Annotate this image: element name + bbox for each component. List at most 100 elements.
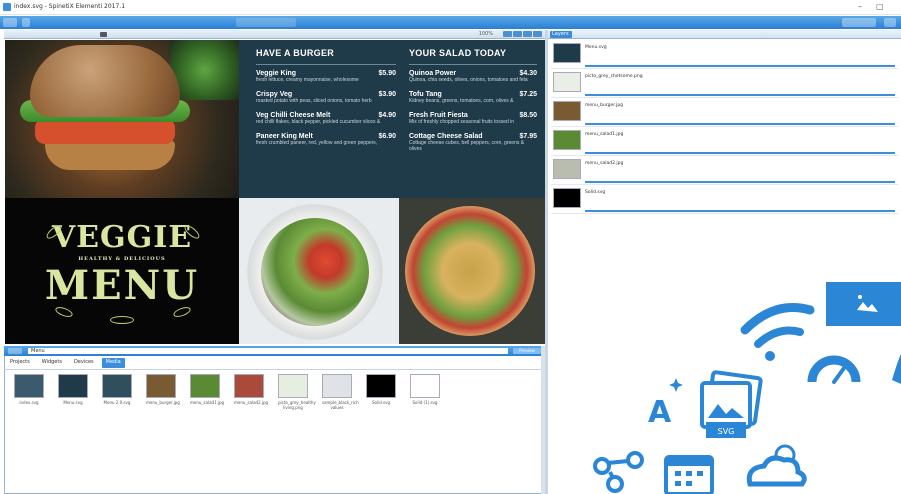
layer-name: menu_salad1.jpg xyxy=(585,132,624,137)
preview-button[interactable]: Preview xyxy=(513,348,541,354)
file-thumbnail xyxy=(322,374,352,398)
file-thumbnail xyxy=(190,374,220,398)
menu-item: Veggie King $5.90 fresh lettuce, creamy ma… xyxy=(256,70,396,83)
toolbar-right-group[interactable] xyxy=(842,18,876,27)
layer-duration-bar[interactable] xyxy=(585,181,895,183)
back-button[interactable] xyxy=(8,348,22,354)
media-file[interactable]: Solid (1).svg xyxy=(410,374,440,410)
layer-duration-bar[interactable] xyxy=(585,152,895,154)
toolbar-button-file[interactable] xyxy=(3,18,17,27)
file-name: Menu.svg xyxy=(63,400,83,405)
divider xyxy=(551,213,898,214)
layer-thumbnail xyxy=(553,159,581,179)
maximize-button[interactable]: ▢ xyxy=(876,2,884,11)
media-file[interactable]: menu_salad1.jpg xyxy=(190,374,225,410)
file-thumbnail xyxy=(278,374,308,398)
tab-media[interactable]: Media xyxy=(101,358,125,368)
item-desc: Mix of freshly chopped seasonal fruits t… xyxy=(409,119,515,125)
item-price: $7.95 xyxy=(519,133,537,140)
tab-widgets[interactable]: Widgets xyxy=(38,358,66,368)
item-desc: fresh lettuce, creamy mayonnaise, wholes… xyxy=(256,77,359,83)
toolbar-close[interactable] xyxy=(884,18,896,27)
item-price: $6.90 xyxy=(378,133,396,140)
layer-thumbnail xyxy=(553,72,581,92)
layer-duration-bar[interactable] xyxy=(585,65,895,67)
toolbar-search[interactable] xyxy=(236,18,296,27)
panel-splitter-bottom[interactable] xyxy=(541,346,545,494)
window-title: index.svg - SpinetiX Elementi 2017.1 xyxy=(14,3,126,10)
item-price: $7.25 xyxy=(519,91,537,98)
view-button[interactable] xyxy=(513,31,522,37)
tab-devices[interactable]: Devices xyxy=(70,358,98,368)
view-button[interactable] xyxy=(533,31,542,37)
item-name: Quinoa Power xyxy=(409,70,457,77)
item-desc: Quinoa, chia seeds, olives, onions, toma… xyxy=(409,77,528,83)
library-path-bar: Menu Preview xyxy=(4,346,545,356)
menu-board[interactable]: HAVE A BURGER Veggie King $5.90 fresh lett… xyxy=(239,40,545,198)
menu-item: Veg Chilli Cheese Melt $4.90 red chilli fl… xyxy=(256,112,396,125)
toolbar-button-save[interactable] xyxy=(22,18,30,27)
media-file[interactable]: menu_burger.jpg xyxy=(146,374,180,410)
menu-item: Fresh Fruit Fiesta $8.50 Mix of freshly ch… xyxy=(409,112,537,125)
layer-duration-bar[interactable] xyxy=(585,123,895,125)
divider xyxy=(4,369,545,370)
item-name: Veg Chilli Cheese Melt xyxy=(256,112,331,119)
item-desc: roasted potato with peas, sliced onions,… xyxy=(256,98,372,104)
file-thumbnail xyxy=(234,374,264,398)
item-name: Crispy Veg xyxy=(256,91,293,98)
media-file[interactable]: Menu 2.0.svg xyxy=(102,374,132,410)
item-desc: red chilli flakes, black pepper, pickled… xyxy=(256,119,381,125)
menu-item: Quinoa Power $4.30 Quinoa, chia seeds, oli… xyxy=(409,70,537,83)
zoom-label[interactable]: 100% xyxy=(479,31,493,37)
plate xyxy=(405,206,535,336)
view-button[interactable] xyxy=(503,31,512,37)
burger-heading: HAVE A BURGER xyxy=(256,48,335,58)
layer-thumbnail xyxy=(553,101,581,121)
font-icon: A xyxy=(648,378,683,430)
media-file[interactable]: picto_grey_healthy living.png xyxy=(278,374,316,410)
layer-duration-bar[interactable] xyxy=(585,94,895,96)
view-button[interactable] xyxy=(523,31,532,37)
file-name: menu_salad1.jpg xyxy=(190,400,225,405)
layer-row[interactable]: menu_salad2.jpg xyxy=(551,157,898,185)
menu-item: Paneer King Melt $6.90 fresh crumbled pane… xyxy=(256,133,396,146)
layer-row[interactable]: menu_salad1.jpg xyxy=(551,128,898,156)
layer-thumbnail xyxy=(553,130,581,150)
layer-row[interactable]: Menu.svg xyxy=(551,41,898,69)
pasta-salad-photo[interactable] xyxy=(399,198,545,344)
file-thumbnail xyxy=(14,374,44,398)
partial-icon xyxy=(892,354,901,384)
media-file[interactable]: sample_black_rich values xyxy=(322,374,359,410)
menu-item: Tofu Tang $7.25 Kidney beans, greens, toma… xyxy=(409,91,537,104)
layer-row[interactable]: menu_burger.jpg xyxy=(551,99,898,127)
media-file[interactable]: Solid.svg xyxy=(366,374,396,410)
layer-row[interactable]: Solid.svg xyxy=(551,186,898,214)
timeline-slider-handle[interactable] xyxy=(100,32,107,37)
layers-header: Layers xyxy=(548,30,901,39)
canvas-toolbar: 100% xyxy=(4,30,545,39)
layer-row[interactable]: picto_grey_shetsome.png xyxy=(551,70,898,98)
library-tabs: Projects Widgets Devices Media xyxy=(6,358,125,368)
burger-column: HAVE A BURGER Veggie King $5.90 fresh lett… xyxy=(256,48,396,154)
library-path-field[interactable]: Menu xyxy=(28,348,508,354)
item-name: Veggie King xyxy=(256,70,297,77)
layer-thumbnail xyxy=(553,43,581,63)
share-icon xyxy=(593,451,644,493)
media-file-list: index.svg Menu.svg Menu 2.0.svg menu_bur… xyxy=(14,374,440,410)
item-name: Paneer King Melt xyxy=(256,133,313,140)
media-file[interactable]: Menu.svg xyxy=(58,374,88,410)
salad-column: YOUR SALAD TODAY Quinoa Power $4.30 Quinoa… xyxy=(409,48,537,160)
item-price: $4.30 xyxy=(519,70,537,77)
file-thumbnail xyxy=(410,374,440,398)
media-file[interactable]: index.svg xyxy=(14,374,44,410)
minimize-button[interactable]: – xyxy=(858,2,862,11)
media-file[interactable]: menu_salad2.jpg xyxy=(234,374,268,410)
salad-bowl-photo[interactable] xyxy=(239,198,399,344)
layer-name: menu_burger.jpg xyxy=(585,103,624,108)
veggie-menu-logo[interactable]: VEGGIE HEALTHY & DELICIOUS MENU xyxy=(5,198,239,344)
tab-projects[interactable]: Projects xyxy=(6,358,34,368)
svg-text:A: A xyxy=(648,395,672,430)
layer-duration-bar[interactable] xyxy=(585,210,895,212)
item-desc: fresh crumbled paneer, red, yellow and g… xyxy=(256,140,378,146)
menu-item: Cottage Cheese Salad $7.95 Cottage cheese … xyxy=(409,133,537,152)
